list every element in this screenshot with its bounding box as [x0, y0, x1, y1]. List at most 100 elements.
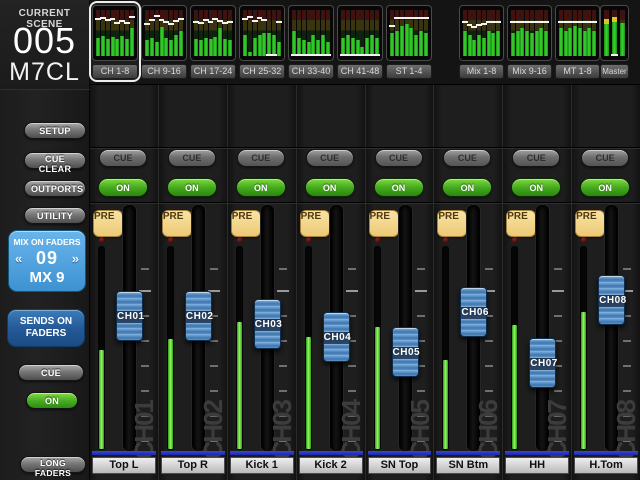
- meter-box: [459, 5, 504, 61]
- channel-name-button[interactable]: H.Tom: [574, 457, 638, 474]
- meter-bar: [535, 10, 539, 56]
- on-button[interactable]: ON: [98, 178, 148, 197]
- pre-badge[interactable]: PRE: [575, 210, 605, 237]
- bridge-tab-ch-17-24[interactable]: CH 17-24: [190, 64, 236, 79]
- prev-mix-icon[interactable]: «: [15, 251, 22, 266]
- cue-button[interactable]: CUE: [375, 149, 423, 167]
- meter-block-ch-9-16[interactable]: CH 9-16: [138, 1, 190, 82]
- meter-bar: [272, 10, 276, 56]
- channel-color-bar: [230, 451, 294, 455]
- pre-badge[interactable]: PRE: [437, 210, 467, 237]
- pre-badge[interactable]: PRE: [369, 210, 399, 237]
- bridge-tab-st-1-4[interactable]: ST 1-4: [386, 64, 432, 79]
- on-button[interactable]: ON: [511, 178, 561, 197]
- channel-name-button[interactable]: SN Top: [368, 457, 432, 474]
- cue-clear-button[interactable]: CUE CLEAR: [24, 152, 86, 169]
- meter-bar: [592, 10, 596, 56]
- meter-block-ch-17-24[interactable]: CH 17-24: [187, 1, 239, 82]
- bridge-tab-master[interactable]: Master: [600, 64, 629, 79]
- meter-block-mix-9-16[interactable]: Mix 9-16: [504, 1, 555, 82]
- meter-bar: [568, 10, 572, 56]
- bridge-tab-ch-33-40[interactable]: CH 33-40: [288, 64, 334, 79]
- channel-name-button[interactable]: Top R: [161, 457, 225, 474]
- meter-bar: [199, 10, 203, 56]
- cue-button[interactable]: CUE: [306, 149, 354, 167]
- channel-name-button[interactable]: Top L: [92, 457, 156, 474]
- fader-cap[interactable]: CH02: [185, 291, 212, 341]
- meter-block-st-1-4[interactable]: ST 1-4: [383, 1, 435, 82]
- utility-button[interactable]: UTILITY: [24, 207, 86, 224]
- fader-cap[interactable]: CH05: [392, 327, 419, 377]
- sidebar-on-button[interactable]: ON: [26, 392, 78, 409]
- channel-color-bar: [299, 451, 363, 455]
- bridge-tab-ch-41-48[interactable]: CH 41-48: [337, 64, 383, 79]
- meter-bar: [228, 10, 232, 56]
- on-button[interactable]: ON: [374, 178, 424, 197]
- fader-cap[interactable]: CH06: [460, 287, 487, 337]
- fader-scale-tick: [348, 390, 356, 392]
- pre-badge[interactable]: PRE: [162, 210, 192, 237]
- pre-badge[interactable]: PRE: [231, 210, 261, 237]
- meter-block-mt-1-8[interactable]: MT 1-8: [552, 1, 603, 82]
- pre-badge[interactable]: PRE: [506, 210, 536, 237]
- pre-badge[interactable]: PRE: [93, 210, 123, 237]
- mix-on-faders-panel[interactable]: MIX ON FADERS « 09 » MX 9: [8, 230, 86, 292]
- cue-button[interactable]: CUE: [581, 149, 629, 167]
- bridge-tab-ch-9-16[interactable]: CH 9-16: [141, 64, 187, 79]
- meter-bar: [223, 10, 227, 56]
- meter-bar: [204, 10, 208, 56]
- meter-block-ch-41-48[interactable]: CH 41-48: [334, 1, 386, 82]
- next-mix-icon[interactable]: »: [72, 251, 79, 266]
- cue-button[interactable]: CUE: [237, 149, 285, 167]
- channel-name-button[interactable]: SN Btm: [436, 457, 500, 474]
- cue-button[interactable]: CUE: [512, 149, 560, 167]
- meter-block-mix-1-8[interactable]: Mix 1-8: [456, 1, 507, 82]
- cue-button[interactable]: CUE: [168, 149, 216, 167]
- level-meter-fill: [512, 325, 517, 449]
- on-button[interactable]: ON: [580, 178, 630, 197]
- level-meter-fill: [375, 327, 380, 449]
- pre-badge[interactable]: PRE: [300, 210, 330, 237]
- meter-block-ch-25-32[interactable]: CH 25-32: [236, 1, 288, 82]
- fader-cap[interactable]: CH03: [254, 299, 281, 349]
- cue-button[interactable]: CUE: [443, 149, 491, 167]
- fader-scale-tick: [141, 365, 149, 367]
- long-faders-button[interactable]: LONG FADERS: [20, 456, 86, 473]
- meter-block-ch-33-40[interactable]: CH 33-40: [285, 1, 337, 82]
- bridge-tab-mt-1-8[interactable]: MT 1-8: [555, 64, 600, 79]
- level-meter-fill: [168, 339, 173, 449]
- on-button[interactable]: ON: [305, 178, 355, 197]
- meter-bar: [612, 10, 617, 56]
- bridge-tab-ch-25-32[interactable]: CH 25-32: [239, 64, 285, 79]
- meter-block-ch-1-8[interactable]: CH 1-8: [89, 1, 141, 82]
- on-button[interactable]: ON: [167, 178, 217, 197]
- bridge-tab-mix-9-16[interactable]: Mix 9-16: [507, 64, 552, 79]
- fader-scale-tick: [623, 390, 631, 392]
- channel-name-button[interactable]: Kick 2: [299, 457, 363, 474]
- cue-button[interactable]: CUE: [99, 149, 147, 167]
- outports-button[interactable]: OUTPORTS: [24, 180, 86, 197]
- fader-cap-label: CH05: [393, 346, 418, 360]
- bridge-tab-ch-1-8[interactable]: CH 1-8: [92, 64, 138, 79]
- sidebar-cue-button[interactable]: CUE: [18, 364, 84, 381]
- meter-box: [141, 5, 187, 61]
- sends-on-faders-button[interactable]: SENDS ON FADERS: [7, 309, 85, 347]
- level-meter: [305, 246, 312, 450]
- level-meter: [167, 246, 174, 450]
- fader-cap[interactable]: CH07: [529, 338, 556, 388]
- fader-cap[interactable]: CH01: [116, 291, 143, 341]
- level-meter-fill: [443, 360, 448, 449]
- meter-block-master[interactable]: Master: [597, 1, 632, 82]
- fader-cap[interactable]: CH04: [323, 312, 350, 362]
- fader-scale-tick: [210, 268, 218, 270]
- fader-cap[interactable]: CH08: [598, 275, 625, 325]
- setup-button[interactable]: SETUP: [24, 122, 86, 139]
- channel-name-button[interactable]: Kick 1: [230, 457, 294, 474]
- on-button[interactable]: ON: [442, 178, 492, 197]
- channel-name-button[interactable]: HH: [505, 457, 569, 474]
- on-button[interactable]: ON: [236, 178, 286, 197]
- strip-divider: [366, 202, 434, 203]
- meter-bar: [160, 10, 164, 56]
- meter-bar: [120, 10, 124, 56]
- bridge-tab-mix-1-8[interactable]: Mix 1-8: [459, 64, 504, 79]
